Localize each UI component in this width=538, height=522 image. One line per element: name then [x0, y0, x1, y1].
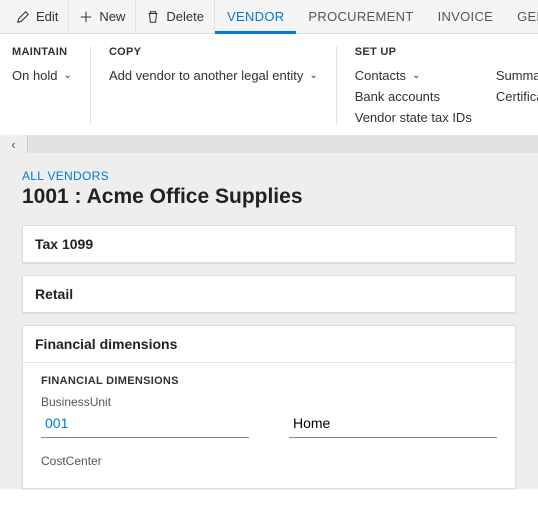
- add-vendor-entity-label: Add vendor to another legal entity: [109, 68, 303, 83]
- delete-button[interactable]: Delete: [136, 1, 215, 33]
- sections-container: Tax 1099 Retail Financial dimensions FIN…: [0, 225, 538, 489]
- chevron-down-icon: ⌄: [64, 70, 72, 81]
- section-retail[interactable]: Retail: [22, 275, 516, 313]
- summary-update-link[interactable]: Summary upd: [496, 68, 538, 83]
- chevron-down-icon: ⌄: [412, 70, 420, 81]
- edit-label: Edit: [36, 9, 58, 24]
- cost-center-label: CostCenter: [41, 454, 497, 468]
- group-maintain: MAINTAIN On hold ⌄: [12, 46, 91, 125]
- group-copy-title: COPY: [109, 46, 318, 58]
- tab-vendor[interactable]: VENDOR: [215, 0, 296, 34]
- on-hold-dropdown[interactable]: On hold ⌄: [12, 68, 72, 83]
- business-unit-label: BusinessUnit: [41, 395, 497, 409]
- group-setup-title: SET UP: [355, 46, 538, 58]
- group-maintain-title: MAINTAIN: [12, 46, 72, 58]
- section-tax-1099[interactable]: Tax 1099: [22, 225, 516, 263]
- chevron-left-icon: ‹: [11, 137, 15, 152]
- group-copy: COPY Add vendor to another legal entity …: [109, 46, 337, 125]
- add-vendor-entity-dropdown[interactable]: Add vendor to another legal entity ⌄: [109, 68, 318, 83]
- group-setup: SET UP Contacts ⌄ Bank accounts Vendor s…: [355, 46, 538, 125]
- contacts-label: Contacts: [355, 68, 406, 83]
- business-unit-input[interactable]: [41, 411, 249, 438]
- vendor-tax-ids-link[interactable]: Vendor state tax IDs: [355, 110, 472, 125]
- record-header: ALL VENDORS 1001 : Acme Office Supplies: [0, 153, 538, 225]
- business-unit-desc-input[interactable]: [289, 411, 497, 438]
- breadcrumb-all-vendors[interactable]: ALL VENDORS: [22, 169, 516, 183]
- tab-invoice[interactable]: INVOICE: [426, 0, 506, 34]
- plus-icon: [79, 10, 93, 24]
- edit-button[interactable]: Edit: [6, 1, 69, 33]
- nav-strip: ‹: [0, 135, 538, 153]
- chevron-down-icon: ⌄: [309, 70, 317, 81]
- tab-general[interactable]: GENER: [505, 0, 538, 34]
- delete-label: Delete: [166, 9, 204, 24]
- section-financial-dimensions-header[interactable]: Financial dimensions: [23, 326, 515, 363]
- contacts-dropdown[interactable]: Contacts ⌄: [355, 68, 472, 83]
- pencil-icon: [16, 10, 30, 24]
- new-button[interactable]: New: [69, 1, 136, 33]
- on-hold-label: On hold: [12, 68, 58, 83]
- certifications-link[interactable]: Certifications: [496, 89, 538, 104]
- vendor-ribbon: MAINTAIN On hold ⌄ COPY Add vendor to an…: [0, 34, 538, 135]
- trash-icon: [146, 10, 160, 24]
- section-financial-dimensions-body: FINANCIAL DIMENSIONS BusinessUnit CostCe…: [23, 363, 515, 488]
- tab-procurement[interactable]: PROCUREMENT: [296, 0, 425, 34]
- bank-accounts-link[interactable]: Bank accounts: [355, 89, 472, 104]
- new-label: New: [99, 9, 125, 24]
- section-financial-dimensions: Financial dimensions FINANCIAL DIMENSION…: [22, 325, 516, 489]
- record-title: 1001 : Acme Office Supplies: [22, 185, 516, 209]
- action-toolbar: Edit New Delete VENDOR PROCUREMENT INVOI…: [0, 0, 538, 34]
- back-button[interactable]: ‹: [0, 135, 28, 153]
- fin-dim-subhead: FINANCIAL DIMENSIONS: [41, 375, 497, 387]
